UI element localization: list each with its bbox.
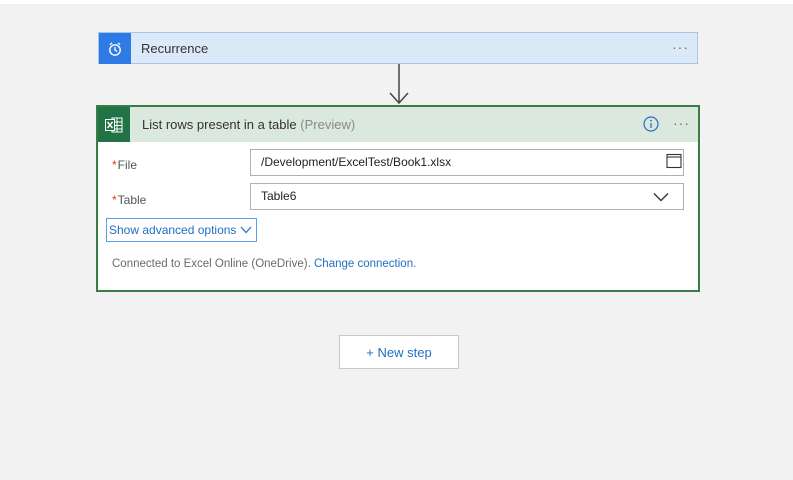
file-input[interactable]: /Development/ExcelTest/Book1.xlsx bbox=[250, 149, 684, 176]
connection-status-text: Connected to Excel Online (OneDrive). bbox=[112, 258, 311, 270]
excel-action-header[interactable]: List rows present in a table (Preview) ·… bbox=[98, 107, 698, 142]
alarm-clock-icon bbox=[99, 33, 131, 64]
excel-action-title: List rows present in a table (Preview) bbox=[142, 117, 355, 132]
excel-action-title-text: List rows present in a table bbox=[142, 117, 297, 132]
preview-tag: (Preview) bbox=[300, 117, 356, 132]
recurrence-more-menu[interactable]: ··· bbox=[672, 39, 689, 55]
file-picker-icon[interactable] bbox=[666, 153, 682, 169]
table-dropdown[interactable]: Table6 bbox=[250, 183, 684, 210]
table-field-label: *Table bbox=[112, 193, 146, 207]
excel-icon bbox=[98, 107, 130, 142]
connection-status: Connected to Excel Online (OneDrive). Ch… bbox=[112, 258, 416, 270]
excel-action-more-menu[interactable]: ··· bbox=[673, 115, 690, 131]
chevron-down-icon bbox=[240, 226, 252, 234]
change-connection-link[interactable]: Change connection. bbox=[314, 258, 416, 270]
show-advanced-options-button[interactable]: Show advanced options bbox=[106, 218, 258, 242]
table-dropdown-value: Table6 bbox=[261, 189, 297, 203]
file-input-value: /Development/ExcelTest/Book1.xlsx bbox=[261, 155, 452, 169]
file-label-text: File bbox=[117, 158, 138, 172]
recurrence-trigger-card[interactable]: Recurrence ··· bbox=[98, 32, 698, 64]
top-bar bbox=[0, 0, 793, 4]
file-field-label: *File bbox=[112, 158, 137, 172]
recurrence-title: Recurrence bbox=[141, 41, 209, 56]
excel-action-card: List rows present in a table (Preview) ·… bbox=[96, 105, 700, 292]
connector-arrow-icon bbox=[389, 64, 409, 105]
info-icon[interactable] bbox=[643, 116, 659, 132]
advanced-options-label: Show advanced options bbox=[109, 223, 237, 237]
chevron-down-icon[interactable] bbox=[653, 192, 669, 202]
new-step-button[interactable]: + New step bbox=[339, 335, 459, 369]
table-label-text: Table bbox=[117, 193, 147, 207]
required-mark: * bbox=[112, 193, 117, 207]
required-mark: * bbox=[112, 158, 117, 172]
